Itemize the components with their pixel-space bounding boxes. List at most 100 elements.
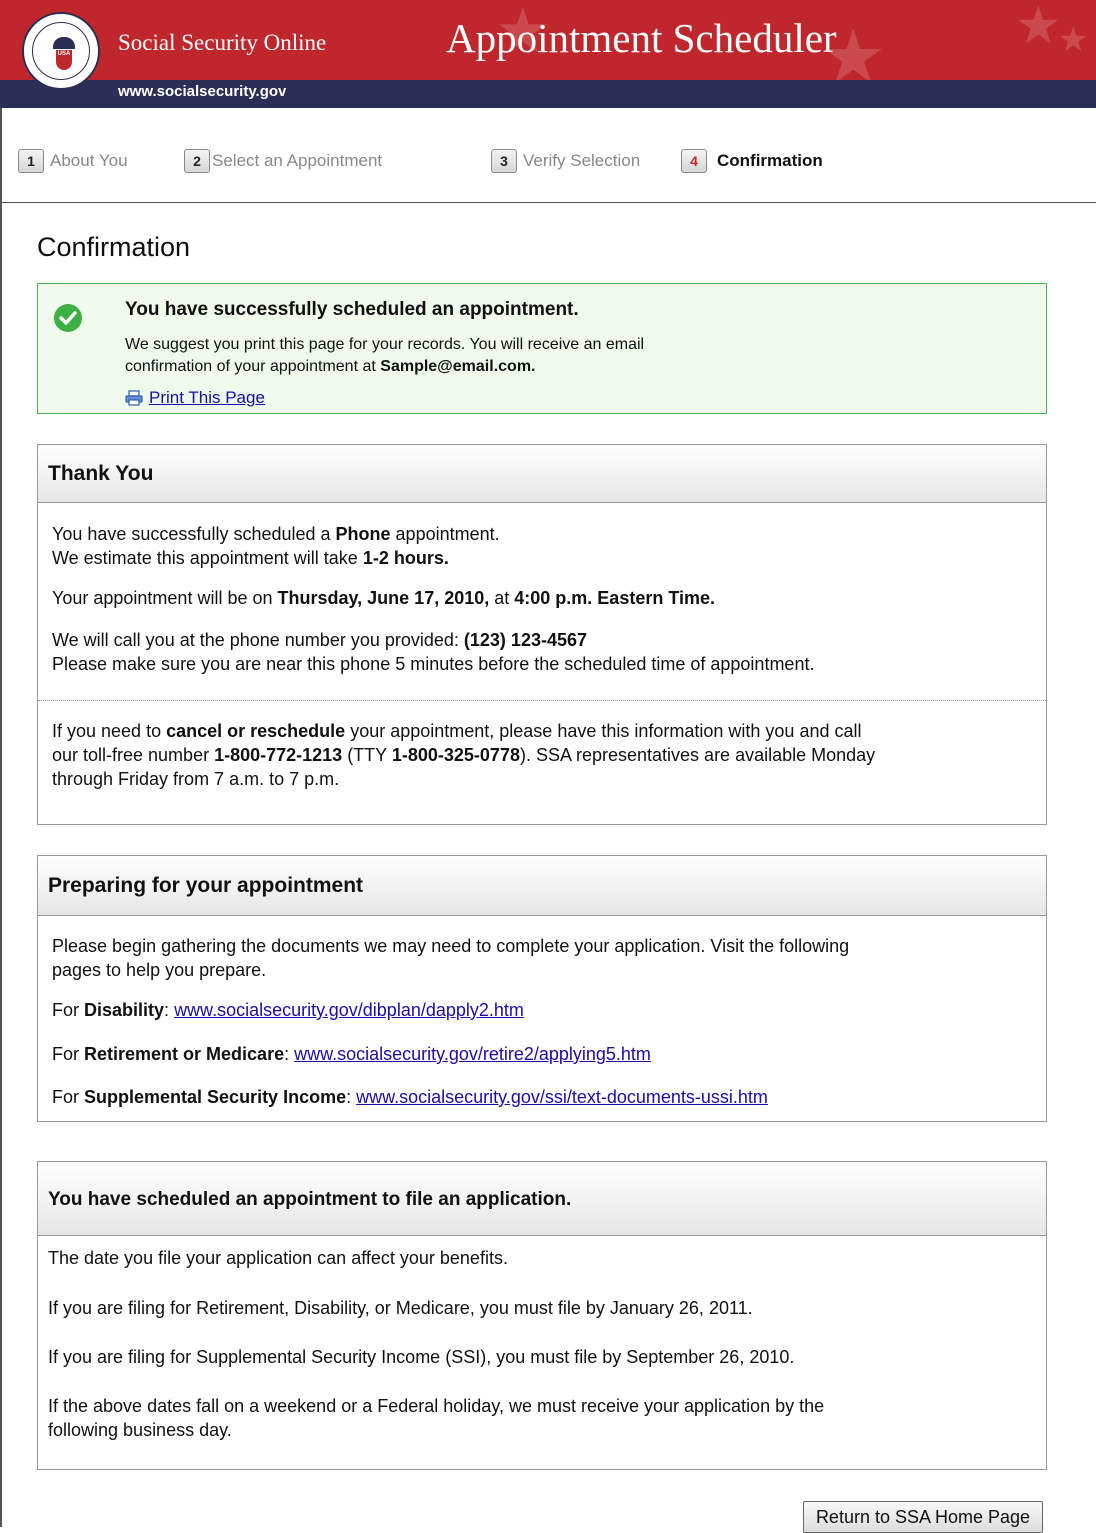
resource-ssi: For Supplemental Security Income: www.so… <box>52 1085 768 1109</box>
retirement-link[interactable]: www.socialsecurity.gov/retire2/applying5… <box>294 1044 651 1064</box>
appointment-datetime: Your appointment will be on Thursday, Ju… <box>52 586 715 610</box>
text: : <box>164 1000 175 1020</box>
thank-you-panel: Thank You You have successfully schedule… <box>37 444 1047 825</box>
tty-number: 1-800-325-0778 <box>391 745 520 765</box>
success-message: You have successfully scheduled an appoi… <box>37 283 1047 414</box>
success-body: We suggest you print this page for your … <box>125 334 644 378</box>
text: For <box>52 1000 85 1020</box>
page-title: Confirmation <box>37 232 191 262</box>
panel-title: Preparing for your appointment <box>38 856 1046 916</box>
seal-ring: USA <box>32 22 90 80</box>
file-date-note: The date you file your application can a… <box>48 1248 508 1268</box>
resource-disability: For Disability: www.socialsecurity.gov/d… <box>52 998 524 1022</box>
check-circle-icon <box>54 304 82 332</box>
text: For <box>52 1087 85 1107</box>
phone-number: (123) 123-4567 <box>463 630 587 650</box>
preparing-panel: Preparing for your appointment Please be… <box>37 855 1047 1122</box>
header-banner: ★ ★ ★ ★ Social Security Online Appointme… <box>0 0 1096 80</box>
seal-shield: USA <box>56 50 72 70</box>
holiday-line-1: If the above dates fall on a weekend or … <box>48 1396 825 1416</box>
print-page-link[interactable]: Print This Page <box>125 388 265 408</box>
date-value: Thursday, June 17, 2010, <box>277 588 490 608</box>
text: You have successfully scheduled a <box>52 524 336 544</box>
duration-value: 1-2 hours. <box>362 548 449 568</box>
intro-line-2: pages to help you prepare. <box>52 960 267 980</box>
printer-icon <box>125 390 143 406</box>
page-left-border <box>0 108 2 1527</box>
success-heading: You have successfully scheduled an appoi… <box>125 299 579 320</box>
time-value: 4:00 p.m. Eastern Time. <box>514 588 716 608</box>
cancel-line-2: our toll-free number 1-800-772-1213 (TTY… <box>52 743 875 767</box>
step-label: Select an Appointment <box>212 151 383 170</box>
return-home-button[interactable]: Return to SSA Home Page <box>803 1501 1043 1533</box>
retirement-deadline: If you are filing for Retirement, Disabi… <box>48 1298 753 1318</box>
text: your appointment, please have this infor… <box>345 721 862 741</box>
text: ). SSA representatives are available Mon… <box>519 745 876 765</box>
disability-link[interactable]: www.socialsecurity.gov/dibplan/dapply2.h… <box>174 1000 524 1020</box>
step-number: 4 <box>681 149 707 173</box>
holiday-note: If the above dates fall on a weekend or … <box>48 1394 824 1442</box>
step-about-you: 1 About You <box>18 149 128 173</box>
success-line-2: confirmation of your appointment at Samp… <box>125 356 644 378</box>
text: If you need to <box>52 721 167 741</box>
star-decoration-icon: ★ <box>1058 21 1089 59</box>
ssi-link[interactable]: www.socialsecurity.gov/ssi/text-document… <box>356 1087 768 1107</box>
confirmation-email: Sample@email.com. <box>380 358 536 375</box>
step-confirmation: 4 Confirmation <box>681 149 823 173</box>
cancel-info: If you need to cancel or reschedule your… <box>52 719 875 791</box>
divider <box>0 202 1096 203</box>
success-line-1: We suggest you print this page for your … <box>125 336 645 353</box>
site-header: ★ ★ ★ ★ Social Security Online Appointme… <box>0 0 1096 108</box>
step-label: About You <box>50 151 128 170</box>
progress-steps: 1 About You 2 Select an Appointment 3 Verif… <box>0 145 1096 181</box>
resource-retirement: For Retirement or Medicare: www.socialse… <box>52 1042 651 1066</box>
intro-line-1: Please begin gathering the documents we … <box>52 936 850 956</box>
appointment-summary: You have successfully scheduled a Phone … <box>52 522 500 570</box>
app-title: Appointment Scheduler <box>446 15 837 61</box>
panel-title: Thank You <box>38 445 1046 503</box>
text: at <box>489 588 515 608</box>
divider <box>38 700 1046 701</box>
step-label: Verify Selection <box>523 151 641 170</box>
step-select-appointment: 2 Select an Appointment <box>184 149 382 173</box>
text: For <box>52 1044 85 1064</box>
step-number: 1 <box>18 149 44 173</box>
step-number: 2 <box>184 149 210 173</box>
panel-title: You have scheduled an appointment to fil… <box>38 1162 1046 1236</box>
text-bold: cancel or reschedule <box>166 721 346 741</box>
toll-free-number: 1-800-772-1213 <box>214 745 343 765</box>
topic-label: Retirement or Medicare <box>84 1044 285 1064</box>
topic-label: Supplemental Security Income <box>84 1087 347 1107</box>
eagle-icon <box>53 37 75 49</box>
text: our toll-free number <box>52 745 215 765</box>
text: : <box>346 1087 357 1107</box>
site-name: Social Security Online <box>118 30 327 55</box>
ssi-deadline: If you are filing for Supplemental Secur… <box>48 1347 795 1367</box>
text: We estimate this appointment will take <box>52 548 363 568</box>
appointment-duration: We estimate this appointment will take 1… <box>52 546 500 570</box>
step-verify-selection: 3 Verify Selection <box>491 149 640 173</box>
text: appointment. <box>390 524 500 544</box>
step-number: 3 <box>491 149 517 173</box>
phone-reminder: Please make sure you are near this phone… <box>52 654 815 674</box>
preparing-intro: Please begin gathering the documents we … <box>52 934 849 982</box>
text: We will call you at the phone number you… <box>52 630 464 650</box>
star-decoration-icon: ★ <box>1015 0 1062 55</box>
text: (TTY <box>342 745 392 765</box>
topic-label: Disability <box>84 1000 165 1020</box>
ssa-seal-logo[interactable]: USA <box>22 12 100 90</box>
success-line-2-text: confirmation of your appointment at <box>125 358 376 375</box>
appointment-type-value: Phone <box>335 524 391 544</box>
cancel-line-3: through Friday from 7 a.m. to 7 p.m. <box>52 769 340 789</box>
text: Your appointment will be on <box>52 588 278 608</box>
cancel-line-1: If you need to cancel or reschedule your… <box>52 719 875 743</box>
appointment-type: You have successfully scheduled a Phone … <box>52 522 500 546</box>
phone-info: We will call you at the phone number you… <box>52 628 814 676</box>
file-application-panel: You have scheduled an appointment to fil… <box>37 1161 1047 1470</box>
holiday-line-2: following business day. <box>48 1420 232 1440</box>
text: : <box>284 1044 295 1064</box>
step-label: Confirmation <box>717 151 823 170</box>
site-url[interactable]: www.socialsecurity.gov <box>118 83 286 100</box>
phone-line: We will call you at the phone number you… <box>52 628 814 652</box>
print-page-label: Print This Page <box>149 388 265 407</box>
